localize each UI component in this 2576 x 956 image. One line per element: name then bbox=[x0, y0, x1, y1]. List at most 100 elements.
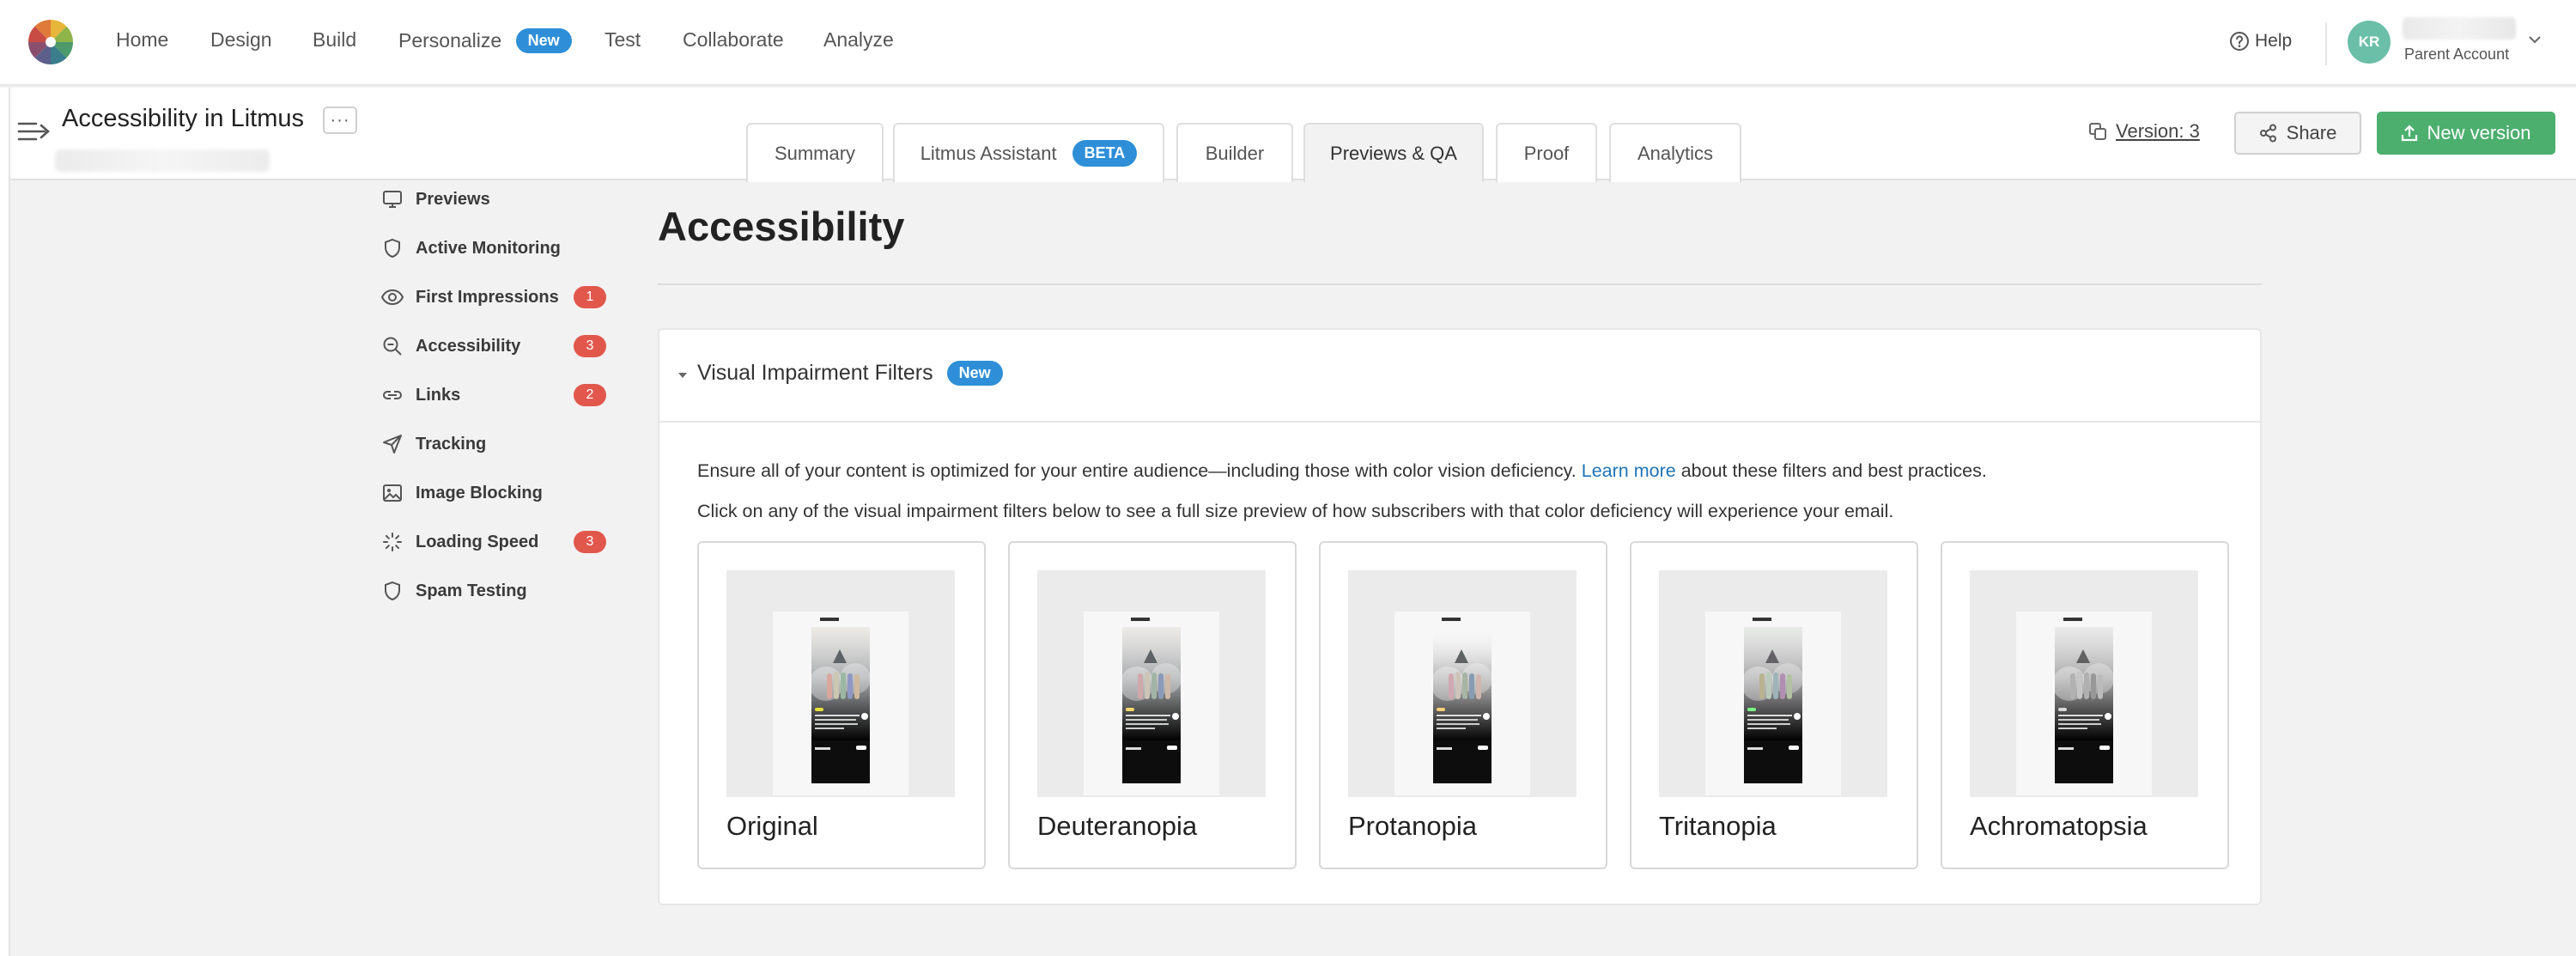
new-version-button[interactable]: New version bbox=[2377, 112, 2555, 155]
sidebar-item-label: Spam Testing bbox=[416, 581, 527, 600]
issue-count-badge: 2 bbox=[574, 384, 606, 406]
nav-home[interactable]: Home bbox=[116, 28, 168, 52]
sidebar-item-links[interactable]: Links 2 bbox=[381, 380, 606, 411]
help-icon bbox=[2230, 32, 2249, 51]
sidebar-item-label: Tracking bbox=[416, 434, 487, 454]
avatar[interactable]: KR bbox=[2348, 21, 2391, 64]
upload-icon bbox=[2402, 125, 2418, 142]
nav-personalize-label: Personalize bbox=[398, 29, 502, 52]
email-preview-thumbnail bbox=[773, 612, 908, 795]
tab-previews-qa-label: Previews & QA bbox=[1330, 142, 1457, 164]
nav-personalize[interactable]: Personalize New bbox=[398, 28, 572, 53]
sidebar-item-label: Links bbox=[416, 385, 461, 405]
caret-down-icon[interactable] bbox=[677, 371, 689, 380]
page-title: Accessibility bbox=[658, 204, 905, 249]
tab-analytics[interactable]: Analytics bbox=[1609, 123, 1741, 182]
collapsed-sidebar bbox=[0, 88, 10, 956]
filter-card-tritanopia[interactable]: Tritanopia bbox=[1630, 541, 1918, 869]
intro-text-end: about these filters and best practices. bbox=[1680, 460, 1987, 481]
project-more-button[interactable]: ··· bbox=[323, 107, 357, 134]
email-preview-thumbnail bbox=[1705, 612, 1841, 795]
new-badge: New bbox=[515, 28, 572, 53]
issue-count-badge: 3 bbox=[574, 335, 606, 357]
tab-summary-label: Summary bbox=[774, 142, 856, 164]
account-label[interactable]: Parent Account bbox=[2404, 46, 2509, 64]
copy-icon bbox=[2089, 123, 2106, 140]
sidebar-item-tracking[interactable]: Tracking bbox=[381, 429, 606, 460]
litmus-logo[interactable] bbox=[27, 19, 74, 65]
sidebar-item-active-monitoring[interactable]: Active Monitoring bbox=[381, 233, 606, 264]
menu-collapse-icon[interactable] bbox=[17, 119, 52, 144]
tab-proof-label: Proof bbox=[1523, 142, 1570, 164]
share-label: Share bbox=[2286, 122, 2337, 143]
filter-card-original[interactable]: Original bbox=[697, 541, 986, 869]
version-label: Version: 3 bbox=[2116, 120, 2200, 142]
filter-card-achromatopsia[interactable]: Achromatopsia bbox=[1941, 541, 2229, 869]
nav-design[interactable]: Design bbox=[210, 28, 272, 52]
learn-more-link[interactable]: Learn more bbox=[1582, 460, 1676, 481]
help-button[interactable]: Help bbox=[2229, 31, 2292, 52]
share-button[interactable]: Share bbox=[2234, 112, 2361, 155]
intro-text: Ensure all of your content is optimized … bbox=[697, 460, 1987, 482]
filter-card-protanopia[interactable]: Protanopia bbox=[1319, 541, 1607, 869]
divider bbox=[2325, 22, 2327, 65]
filter-card-deuteranopia[interactable]: Deuteranopia bbox=[1008, 541, 1297, 869]
eye-icon bbox=[381, 286, 404, 308]
sidebar-item-accessibility[interactable]: Accessibility 3 bbox=[381, 331, 606, 362]
nav-build[interactable]: Build bbox=[313, 28, 356, 52]
send-icon bbox=[381, 433, 404, 455]
sidebar-item-label: First Impressions bbox=[416, 287, 559, 307]
sidebar-item-loading-speed[interactable]: Loading Speed 3 bbox=[381, 527, 606, 557]
beta-badge: BETA bbox=[1072, 140, 1138, 167]
tab-proof[interactable]: Proof bbox=[1496, 123, 1597, 182]
share-icon bbox=[2259, 124, 2276, 143]
sidebar-item-label: Active Monitoring bbox=[416, 238, 561, 258]
sidebar-item-previews[interactable]: Previews bbox=[381, 184, 606, 215]
visual-impairment-panel: Visual Impairment Filters New Ensure all… bbox=[658, 328, 2262, 905]
version-link[interactable]: Version: 3 bbox=[2088, 120, 2200, 143]
nav-analyze[interactable]: Analyze bbox=[823, 28, 894, 52]
panel-title: Visual Impairment Filters New bbox=[697, 361, 1003, 386]
tab-builder-label: Builder bbox=[1205, 142, 1265, 164]
link-icon bbox=[381, 384, 404, 406]
panel-header[interactable]: Visual Impairment Filters New bbox=[659, 330, 2260, 423]
filter-card-label: Deuteranopia bbox=[1037, 811, 1198, 841]
email-preview-thumbnail bbox=[2016, 612, 2152, 795]
email-preview-thumbnail bbox=[1394, 612, 1530, 795]
nav-test[interactable]: Test bbox=[605, 28, 641, 52]
project-subtitle-redacted bbox=[55, 149, 270, 172]
filter-card-label: Original bbox=[726, 811, 818, 841]
tab-analytics-label: Analytics bbox=[1637, 142, 1714, 164]
zoom-icon bbox=[381, 335, 404, 357]
sidebar-item-label: Previews bbox=[416, 189, 490, 209]
nav-collaborate[interactable]: Collaborate bbox=[683, 28, 784, 52]
chevron-down-icon[interactable] bbox=[2527, 34, 2543, 45]
top-navigation: Home Design Build Personalize New Test C… bbox=[0, 0, 2576, 86]
tab-litmus-assistant-label: Litmus Assistant bbox=[920, 142, 1057, 164]
sidebar-item-first-impressions[interactable]: First Impressions 1 bbox=[381, 282, 606, 313]
project-title: Accessibility in Litmus bbox=[62, 105, 305, 132]
sidebar-item-image-blocking[interactable]: Image Blocking bbox=[381, 478, 606, 508]
new-badge: New bbox=[946, 361, 1003, 386]
intro-text-start: Ensure all of your content is optimized … bbox=[697, 460, 1577, 481]
preview-frame bbox=[1970, 570, 2198, 797]
sidebar-item-spam-testing[interactable]: Spam Testing bbox=[381, 575, 606, 606]
divider bbox=[658, 283, 2262, 285]
shield-icon bbox=[381, 580, 404, 602]
filter-card-label: Achromatopsia bbox=[1970, 811, 2148, 841]
preview-frame bbox=[1348, 570, 1577, 797]
preview-frame bbox=[726, 570, 955, 797]
tab-builder[interactable]: Builder bbox=[1176, 123, 1293, 182]
sidebar-item-label: Loading Speed bbox=[416, 532, 539, 551]
issue-count-badge: 1 bbox=[574, 286, 606, 308]
account-name-redacted bbox=[2403, 17, 2516, 40]
filter-card-label: Protanopia bbox=[1348, 811, 1477, 841]
tab-litmus-assistant[interactable]: Litmus Assistant BETA bbox=[893, 123, 1164, 182]
panel-title-label: Visual Impairment Filters bbox=[697, 361, 933, 385]
tab-previews-qa[interactable]: Previews & QA bbox=[1303, 123, 1484, 182]
tab-summary[interactable]: Summary bbox=[746, 123, 884, 182]
preview-frame bbox=[1037, 570, 1266, 797]
sidebar-item-label: Image Blocking bbox=[416, 483, 543, 502]
image-icon bbox=[381, 482, 404, 504]
new-version-label: New version bbox=[2427, 122, 2531, 143]
